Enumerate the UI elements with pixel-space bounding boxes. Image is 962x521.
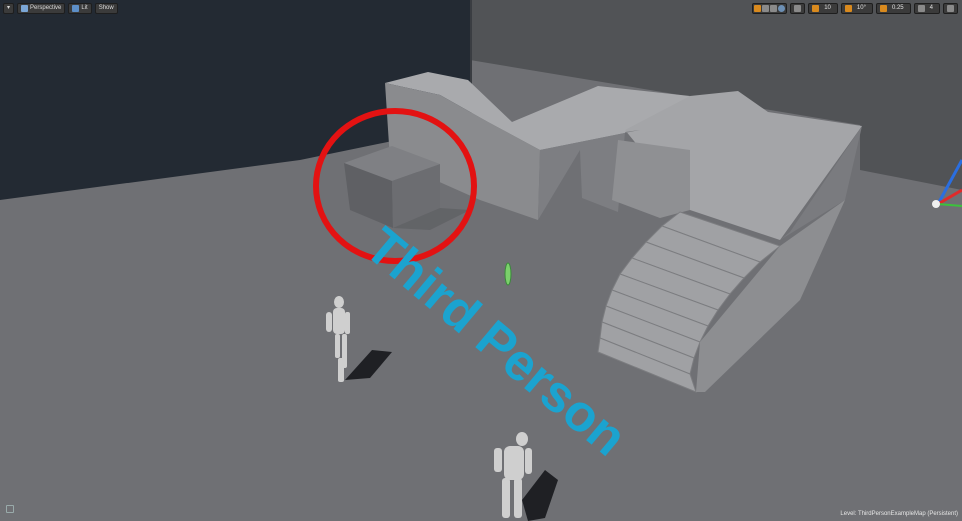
viewport-toolbar-left: ▾ Perspective Lit Show bbox=[3, 2, 118, 14]
show-button[interactable]: Show bbox=[94, 2, 118, 14]
camera-speed-button[interactable]: 4 bbox=[913, 2, 940, 14]
dropdown-arrow-icon: ▾ bbox=[7, 4, 11, 11]
scene-render: Third Person bbox=[0, 0, 962, 521]
viewport-toolbar-right: 10 10° 0.25 4 bbox=[752, 2, 958, 14]
rotation-snap-button[interactable]: 10° bbox=[840, 2, 873, 14]
scale-icon[interactable] bbox=[770, 4, 778, 12]
transform-tools bbox=[752, 2, 788, 14]
player-start-icon bbox=[504, 262, 512, 286]
level-name-label: Level: ThirdPersonExampleMap (Persistent… bbox=[840, 511, 958, 517]
level-viewport[interactable]: Third Person ▾ Perspective Lit Show 10 1… bbox=[0, 0, 962, 521]
view-mode-button[interactable]: Lit bbox=[68, 2, 92, 14]
world-icon[interactable] bbox=[778, 4, 786, 12]
scale-snap-button[interactable]: 0.25 bbox=[875, 2, 911, 14]
surface-snap-button[interactable] bbox=[790, 2, 806, 14]
maximize-icon bbox=[947, 4, 954, 12]
viewport-corner-icon bbox=[6, 505, 14, 513]
lit-sphere-icon bbox=[72, 4, 80, 12]
rotation-snap-value: 10° bbox=[856, 4, 866, 11]
show-label: Show bbox=[98, 4, 114, 11]
grid-icon bbox=[812, 4, 820, 12]
scale-snap-icon bbox=[879, 4, 887, 12]
grid-snap-button[interactable]: 10 bbox=[808, 2, 838, 14]
rotate-icon[interactable] bbox=[762, 4, 770, 12]
viewport-options-button[interactable]: ▾ bbox=[3, 2, 15, 14]
angle-icon bbox=[844, 4, 852, 12]
camera-icon bbox=[21, 4, 29, 12]
lit-label: Lit bbox=[81, 4, 88, 11]
perspective-button[interactable]: Perspective bbox=[17, 2, 66, 14]
camera-speed-value: 4 bbox=[929, 4, 933, 11]
move-icon[interactable] bbox=[754, 4, 762, 12]
camera-speed-icon bbox=[917, 4, 925, 12]
perspective-label: Perspective bbox=[30, 4, 62, 11]
surface-snap-icon bbox=[794, 4, 802, 12]
grid-snap-value: 10 bbox=[824, 4, 831, 11]
scale-snap-value: 0.25 bbox=[891, 4, 904, 11]
maximize-button[interactable] bbox=[943, 2, 958, 14]
